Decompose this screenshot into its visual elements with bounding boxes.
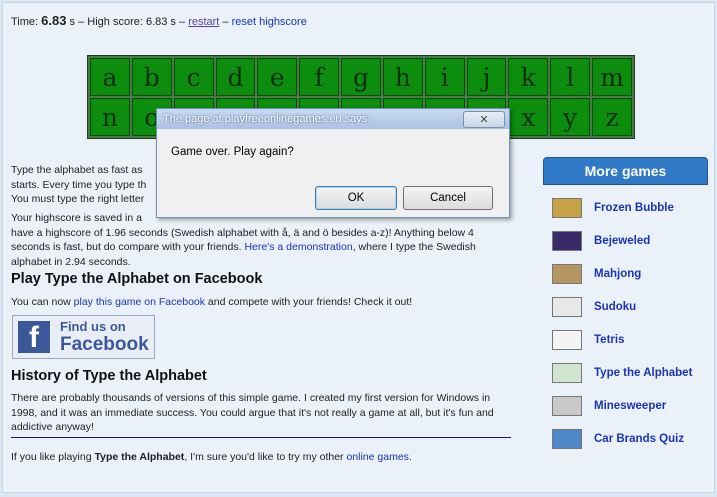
facebook-heading: Play Type the Alphabet on Facebook xyxy=(11,271,263,287)
highscore-text: Your highscore is saved in a have a high… xyxy=(11,211,511,269)
intro-line-2: starts. Every time you type th xyxy=(11,178,147,191)
history-heading: History of Type the Alphabet xyxy=(11,368,207,384)
game-thumbnail xyxy=(552,230,582,251)
letter-cell: b xyxy=(131,58,172,96)
facebook-text-2: and compete with your friends! Check it … xyxy=(207,296,413,308)
close-icon[interactable]: ✕ xyxy=(463,111,505,128)
letter-cell: d xyxy=(215,58,256,96)
game-item[interactable]: Mahjong xyxy=(543,257,706,290)
time-label: Time: xyxy=(11,16,39,28)
page: Time: 6.83 s – High score: 6.83 s – rest… xyxy=(2,2,715,493)
find-us-on-facebook-button[interactable]: f Find us on Facebook xyxy=(12,315,155,359)
divider xyxy=(11,437,511,438)
facebook-paragraph: You can now play this game on Facebook a… xyxy=(11,296,412,308)
game-thumbnail xyxy=(552,329,582,350)
letter-cell: e xyxy=(257,58,298,96)
dialog-title-bar: The page at playfreeonlinegames.eu says:… xyxy=(157,109,509,129)
game-thumbnail xyxy=(552,197,582,218)
intro-text: Type the alphabet as fast as starts. Eve… xyxy=(11,163,151,207)
letter-cell: g xyxy=(341,58,381,96)
game-item[interactable]: Sudoku xyxy=(543,290,706,323)
game-item[interactable]: Tetris xyxy=(543,323,706,356)
game-link[interactable]: Sudoku xyxy=(594,301,636,313)
letter-cell: l xyxy=(550,58,591,96)
game-link[interactable]: Bejeweled xyxy=(594,235,650,247)
game-item[interactable]: Bejeweled xyxy=(543,224,706,257)
game-thumbnail xyxy=(552,428,582,449)
footer-text-2: , I'm sure you'd like to try my other xyxy=(184,451,344,463)
game-link[interactable]: Type the Alphabet xyxy=(594,367,692,379)
more-games-header: More games xyxy=(543,157,708,185)
time-value: 6.83 xyxy=(41,13,67,28)
game-item[interactable]: Minesweeper xyxy=(543,389,706,422)
game-item[interactable]: Type the Alphabet xyxy=(543,356,706,389)
footer-text-1: If you like playing xyxy=(11,451,92,463)
dialog-title: The page at playfreeonlinegames.eu says: xyxy=(163,113,371,125)
letter-cell: i xyxy=(424,58,465,96)
intro-line-3: You must type the right letter xyxy=(11,193,145,205)
facebook-text-1: You can now xyxy=(11,296,71,308)
footer-text: If you like playing Type the Alphabet, I… xyxy=(11,451,412,463)
game-item[interactable]: Frozen Bubble xyxy=(543,191,706,224)
letter-cell: a xyxy=(90,58,130,96)
history-text: There are probably thousands of versions… xyxy=(11,392,494,433)
letter-cell: z xyxy=(592,98,632,136)
demonstration-link[interactable]: Here's a demonstration xyxy=(244,241,352,253)
game-thumbnail xyxy=(552,362,582,383)
game-link[interactable]: Car Brands Quiz xyxy=(594,433,684,445)
cancel-button[interactable]: Cancel xyxy=(403,186,493,210)
ok-button[interactable]: OK xyxy=(315,186,397,210)
letter-cell: k xyxy=(508,58,549,96)
highscore-line-1: Your highscore is saved in a xyxy=(11,212,142,224)
intro-line-1: Type the alphabet as fast as xyxy=(11,164,143,176)
facebook-button-line-2: Facebook xyxy=(60,334,149,355)
letter-cell: f xyxy=(299,58,340,96)
online-games-link[interactable]: online games xyxy=(346,451,408,463)
footer-game-name: Type the Alphabet xyxy=(94,451,185,463)
game-link[interactable]: Minesweeper xyxy=(594,400,666,412)
separator: – xyxy=(222,16,229,28)
facebook-icon: f xyxy=(18,321,50,353)
facebook-game-link[interactable]: play this game on Facebook xyxy=(74,296,205,308)
more-games-list: Frozen Bubble Bejeweled Mahjong Sudoku Tetri… xyxy=(543,191,706,455)
letter-cell: m xyxy=(592,58,632,96)
game-thumbnail xyxy=(552,296,582,317)
restart-link[interactable]: restart xyxy=(188,16,219,28)
reset-highscore-link[interactable]: reset highscore xyxy=(232,16,307,28)
time-unit: s – xyxy=(69,16,85,28)
letter-cell: c xyxy=(173,58,214,96)
facebook-button-text: Find us on Facebook xyxy=(60,319,149,355)
game-thumbnail xyxy=(552,395,582,416)
letter-cell: x xyxy=(508,98,549,136)
high-score: High score: 6.83 s – xyxy=(87,16,186,28)
game-link[interactable]: Frozen Bubble xyxy=(594,202,674,214)
game-link[interactable]: Tetris xyxy=(594,334,624,346)
game-item[interactable]: Car Brands Quiz xyxy=(543,422,706,455)
letter-cell: j xyxy=(466,58,507,96)
alert-dialog: The page at playfreeonlinegames.eu says:… xyxy=(156,108,510,218)
score-bar: Time: 6.83 s – High score: 6.83 s – rest… xyxy=(11,13,307,28)
letter-cell: n xyxy=(90,98,130,136)
game-link[interactable]: Mahjong xyxy=(594,268,641,280)
letter-cell: h xyxy=(382,58,423,96)
letter-cell: y xyxy=(550,98,591,136)
facebook-button-line-1: Find us on xyxy=(60,319,126,334)
dialog-message: Game over. Play again? xyxy=(171,146,294,158)
game-thumbnail xyxy=(552,263,582,284)
footer-text-3: . xyxy=(408,451,412,463)
